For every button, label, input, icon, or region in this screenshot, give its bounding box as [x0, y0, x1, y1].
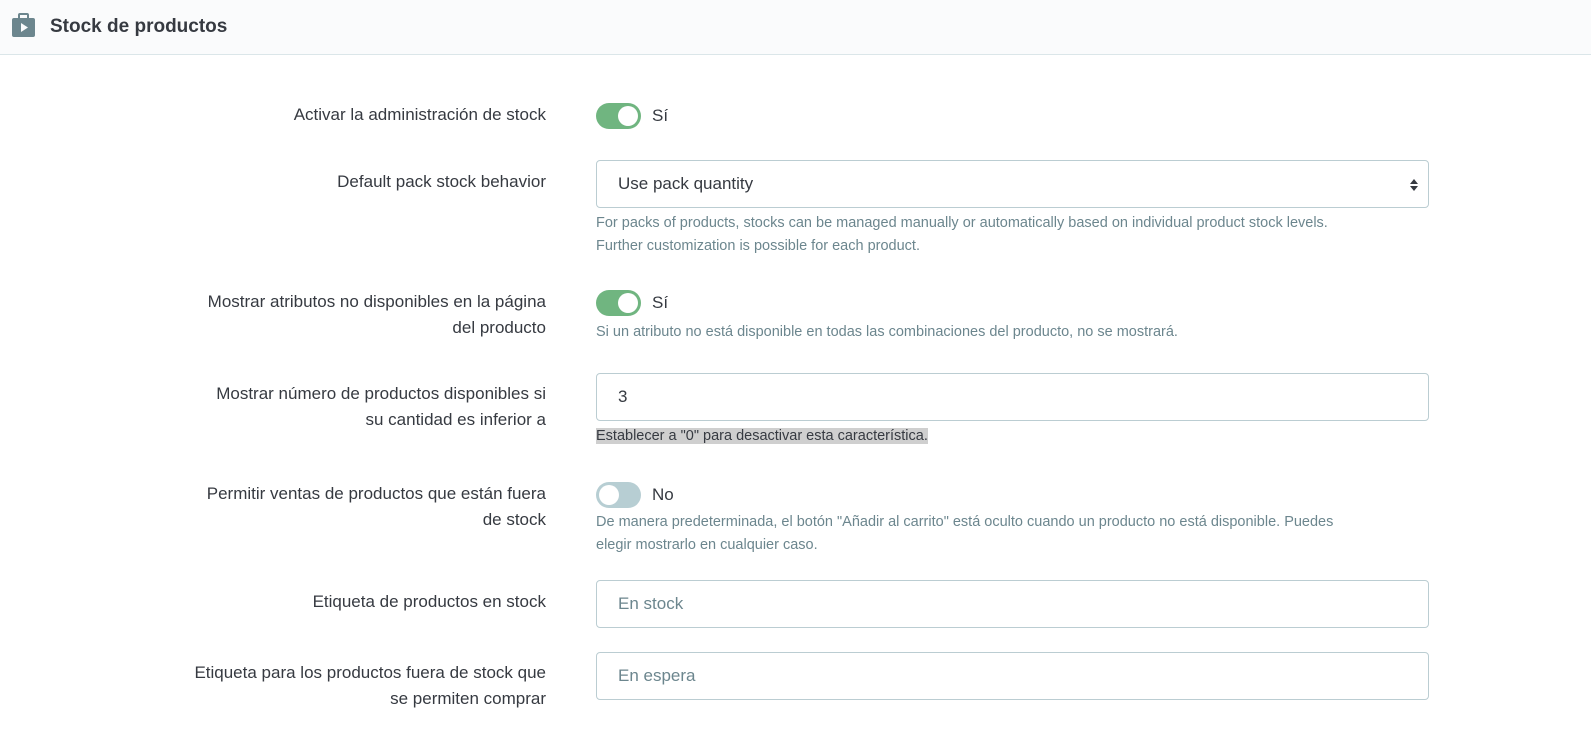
- show-unavailable-label-line1: Mostrar atributos no disponibles en la p…: [207, 292, 546, 311]
- allow-oos-label-line1: Permitir ventas de productos que están f…: [206, 484, 546, 503]
- stock-management-toggle-value: Sí: [652, 106, 669, 125]
- toggle-knob: [599, 485, 619, 505]
- stock-management-toggle[interactable]: [596, 103, 641, 129]
- toggle-knob: [618, 293, 638, 313]
- oos-allowed-label-placeholder: En espera: [618, 666, 696, 685]
- briefcase-icon: [12, 13, 35, 37]
- display-quantity-value: 3: [618, 387, 628, 406]
- oos-allowed-label-label: Etiqueta para los productos fuera de sto…: [194, 660, 546, 712]
- display-quantity-input[interactable]: 3: [596, 373, 1429, 421]
- allow-oos-label: Permitir ventas de productos que están f…: [207, 481, 546, 533]
- show-unavailable-label: Mostrar atributos no disponibles en la p…: [208, 289, 546, 341]
- display-quantity-label-line2: su cantidad es inferior a: [365, 410, 547, 429]
- oos-allowed-label-input[interactable]: En espera: [596, 652, 1429, 700]
- stock-management-switch-group: Sí: [596, 102, 668, 130]
- show-unavailable-switch-group: Sí: [596, 289, 668, 317]
- toggle-knob: [618, 106, 638, 126]
- show-unavailable-label-line2: del producto: [452, 318, 546, 337]
- pack-behavior-help-line1: For packs of products, stocks can be man…: [596, 215, 1328, 231]
- display-quantity-help-text: Establecer a "0" para desactivar esta ca…: [596, 428, 928, 444]
- allow-oos-switch-group: No: [596, 481, 674, 509]
- display-quantity-label: Mostrar número de productos disponibles …: [216, 381, 546, 433]
- allow-oos-toggle-value: No: [652, 485, 674, 504]
- allow-oos-toggle[interactable]: [596, 482, 641, 508]
- in-stock-label-label: Etiqueta de productos en stock: [312, 592, 546, 611]
- allow-oos-help-line1: De manera predeterminada, el botón "Añad…: [596, 514, 1334, 530]
- select-arrows-icon: [1410, 179, 1418, 191]
- pack-behavior-label: Default pack stock behavior: [337, 172, 546, 191]
- page-title: Stock de productos: [50, 16, 228, 37]
- pack-behavior-selected: Use pack quantity: [618, 174, 754, 193]
- oos-allowed-label-line1: Etiqueta para los productos fuera de sto…: [194, 663, 546, 682]
- allow-oos-label-line2: de stock: [482, 510, 546, 529]
- display-quantity-label-line1: Mostrar número de productos disponibles …: [216, 384, 546, 403]
- show-unavailable-help: Si un atributo no está disponible en tod…: [596, 324, 1178, 340]
- allow-oos-help: De manera predeterminada, el botón "Añad…: [596, 511, 1426, 557]
- allow-oos-help-line2: elegir mostrarlo en cualquier caso.: [596, 537, 818, 553]
- card-header: Stock de productos: [0, 0, 1591, 55]
- pack-behavior-help: For packs of products, stocks can be man…: [596, 212, 1426, 258]
- pack-behavior-select[interactable]: Use pack quantity: [596, 160, 1429, 208]
- oos-allowed-label-line2: se permiten comprar: [390, 689, 546, 708]
- in-stock-label-input[interactable]: En stock: [596, 580, 1429, 628]
- show-unavailable-toggle-value: Sí: [652, 293, 669, 312]
- in-stock-label-placeholder: En stock: [618, 594, 684, 613]
- stock-management-label: Activar la administración de stock: [293, 105, 546, 124]
- display-quantity-help: Establecer a "0" para desactivar esta ca…: [596, 425, 1426, 448]
- pack-behavior-help-line2: Further customization is possible for ea…: [596, 238, 920, 254]
- show-unavailable-toggle[interactable]: [596, 290, 641, 316]
